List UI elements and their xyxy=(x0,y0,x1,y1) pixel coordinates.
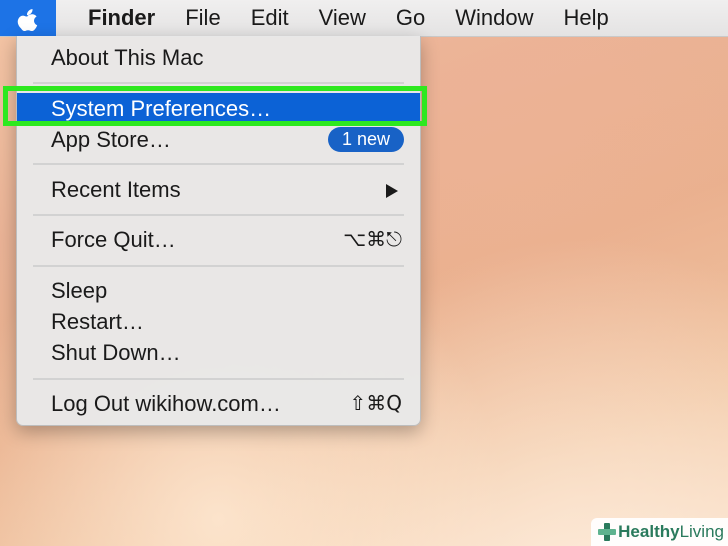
menu-item-shut-down[interactable]: Shut Down… xyxy=(17,337,420,368)
menu-item-label: Sleep xyxy=(51,278,108,303)
menu-item-label: Shut Down… xyxy=(51,340,181,365)
menu-separator xyxy=(33,163,404,165)
menu-item-log-out[interactable]: Log Out wikihow.com… ⇧⌘Q xyxy=(17,388,420,419)
plus-cross-icon xyxy=(598,523,617,541)
menu-item-app-store[interactable]: App Store… 1 new xyxy=(17,124,420,155)
keyboard-shortcut: ⇧⌘Q xyxy=(349,391,403,415)
triangle-right-icon xyxy=(386,184,398,198)
watermark-text-bold: Healthy xyxy=(618,522,680,541)
menu-item-label: Restart… xyxy=(51,309,144,334)
menu-item-recent-items[interactable]: Recent Items xyxy=(17,174,420,205)
apple-menu-button[interactable] xyxy=(0,0,56,36)
highlight-box xyxy=(3,86,427,126)
apple-logo-icon xyxy=(17,9,38,31)
menu-item-label: Recent Items xyxy=(51,177,181,202)
menu-item-label: Log Out wikihow.com… xyxy=(51,391,281,416)
menu-item-restart[interactable]: Restart… xyxy=(17,306,420,337)
menu-item-label: App Store… xyxy=(51,127,171,152)
menu-item-sleep[interactable]: Sleep xyxy=(17,275,420,306)
watermark-logo: Healthy Living xyxy=(591,518,728,546)
menu-item-label: About This Mac xyxy=(51,45,204,70)
watermark-text: Living xyxy=(679,522,724,541)
menu-view[interactable]: View xyxy=(319,0,366,36)
menu-separator xyxy=(33,82,404,84)
menu-finder[interactable]: Finder xyxy=(88,0,155,36)
menu-separator xyxy=(33,214,404,216)
keyboard-shortcut: ⌥⌘⎋ xyxy=(343,227,402,251)
menu-window[interactable]: Window xyxy=(455,0,533,36)
menu-item-about-this-mac[interactable]: About This Mac xyxy=(17,42,420,73)
menu-file[interactable]: File xyxy=(185,0,220,36)
updates-badge: 1 new xyxy=(327,127,404,152)
menu-edit[interactable]: Edit xyxy=(251,0,289,36)
menu-separator xyxy=(33,265,404,267)
menu-go[interactable]: Go xyxy=(396,0,425,36)
menu-help[interactable]: Help xyxy=(564,0,609,36)
menu-item-force-quit[interactable]: Force Quit… ⌥⌘⎋ xyxy=(17,224,420,255)
menu-bar: Finder File Edit View Go Window Help xyxy=(0,0,728,37)
menu-item-label: Force Quit… xyxy=(51,227,176,252)
menu-separator xyxy=(33,378,404,380)
